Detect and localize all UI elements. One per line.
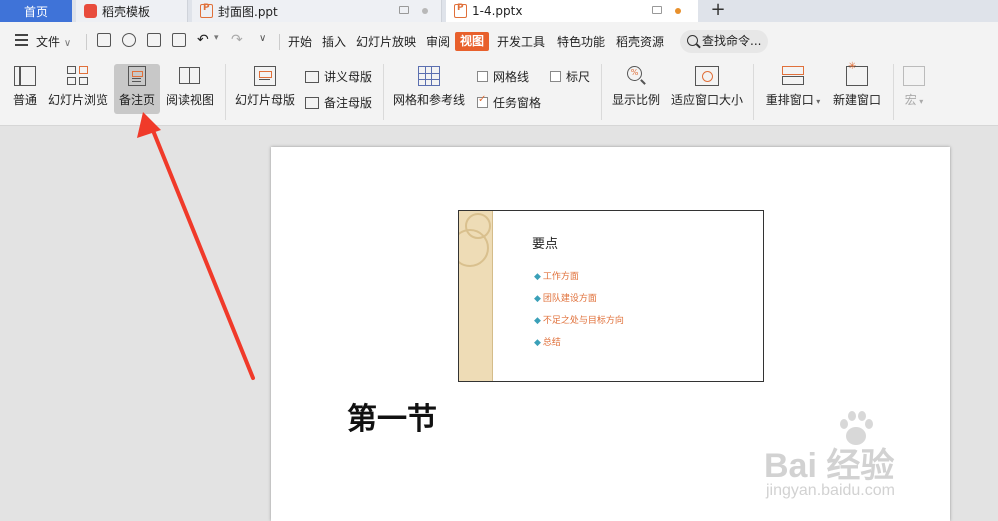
arrow-head bbox=[137, 112, 161, 138]
arrow-shaft bbox=[150, 126, 255, 380]
annotation-arrow bbox=[137, 112, 255, 380]
